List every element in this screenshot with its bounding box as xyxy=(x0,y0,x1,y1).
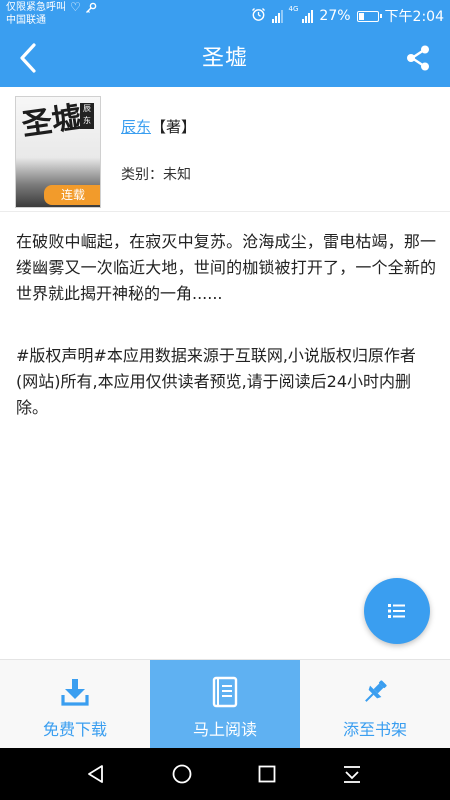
battery-percent: 27% xyxy=(319,8,351,24)
cover-title: 圣墟 xyxy=(19,99,85,144)
download-label: 免费下载 xyxy=(42,720,107,739)
status-left: 仅限紧急呼叫 ♡ 中国联通 xyxy=(6,1,97,27)
status-bar: 仅限紧急呼叫 ♡ 中国联通 4G 27% 下午2:04 xyxy=(0,0,450,30)
download-icon xyxy=(59,676,91,708)
book-cover[interactable]: 圣墟 辰东 连载 xyxy=(15,96,101,208)
status-right: 4G 27% 下午2:04 xyxy=(251,6,444,26)
clock: 下午2:04 xyxy=(384,9,444,25)
emergency-call-text: 仅限紧急呼叫 xyxy=(6,2,66,13)
author-link[interactable]: 辰东 xyxy=(121,118,151,136)
pin-icon xyxy=(359,676,391,708)
download-button[interactable]: 免费下载 xyxy=(0,660,150,748)
book-info: 圣墟 辰东 连载 辰东【著】 类别：未知 xyxy=(0,87,450,212)
add-to-shelf-button[interactable]: 添至书架 xyxy=(300,660,450,748)
page-title: 圣墟 xyxy=(201,46,248,71)
copyright-notice: #版权声明#本应用数据来源于互联网,小说版权归原作者(网站)所有,本应用仅供读者… xyxy=(16,346,416,417)
battery-fill xyxy=(358,12,364,20)
pull-down-icon xyxy=(344,766,360,783)
title-bar: 圣墟 xyxy=(0,30,450,87)
heart-icon: ♡ xyxy=(70,0,81,14)
alarm-icon xyxy=(251,7,266,26)
circle-home-icon xyxy=(172,764,192,784)
read-now-button[interactable]: 马上阅读 xyxy=(150,660,300,748)
book-description: 在破败中崛起，在寂灭中复苏。沧海成尘，雷电枯竭，那一缕幽雾又一次临近大地，世间的… xyxy=(16,232,436,303)
system-nav-bar xyxy=(0,748,450,800)
battery-icon xyxy=(356,10,382,22)
key-icon xyxy=(85,2,97,14)
serializing-badge: 连载 xyxy=(44,185,100,205)
book-icon xyxy=(209,676,241,708)
cover-seal: 辰东 xyxy=(80,103,94,129)
signal-2-icon xyxy=(302,9,314,23)
signal-1-icon xyxy=(271,9,283,23)
triangle-back-icon xyxy=(88,765,103,783)
add-to-shelf-label: 添至书架 xyxy=(342,720,407,739)
share-icon xyxy=(407,45,429,71)
author-row: 辰东【著】 xyxy=(121,117,196,137)
nav-notification-button[interactable] xyxy=(338,760,366,788)
chapter-list-button[interactable] xyxy=(364,578,430,644)
nav-recents-button[interactable] xyxy=(253,760,281,788)
list-icon xyxy=(388,604,405,618)
share-button[interactable] xyxy=(400,40,436,76)
nav-home-button[interactable] xyxy=(168,760,196,788)
category: 类别：未知 xyxy=(121,167,191,183)
nav-back-button[interactable] xyxy=(82,760,110,788)
author-role: 【著】 xyxy=(151,118,197,136)
read-now-label: 马上阅读 xyxy=(192,720,257,739)
square-recents-icon xyxy=(258,765,276,783)
network-type: 4G xyxy=(288,5,299,13)
action-bar: 免费下载 马上阅读 添至书架 xyxy=(0,659,450,748)
carrier-name: 中国联通 xyxy=(6,15,46,26)
